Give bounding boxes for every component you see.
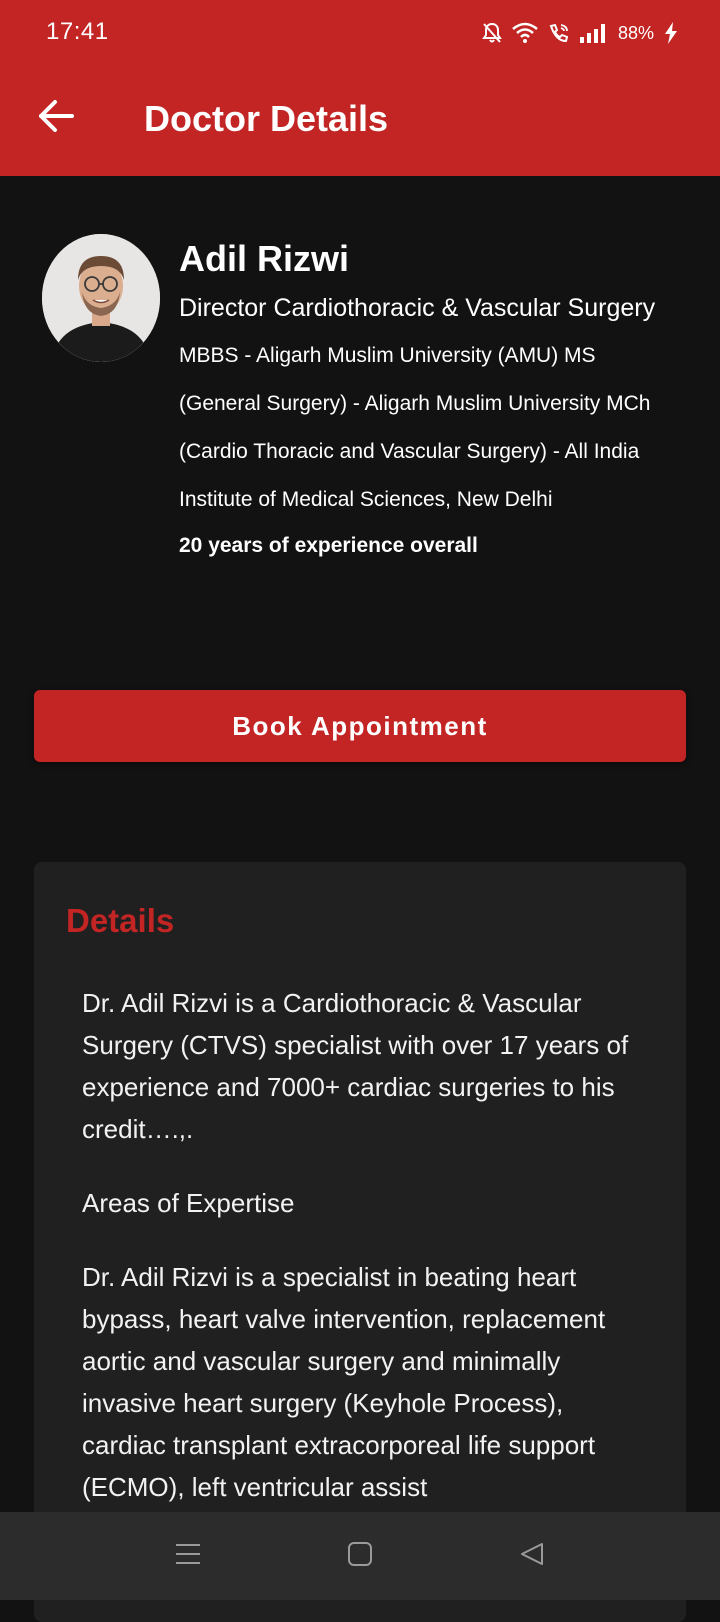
book-appointment-button[interactable]: Book Appointment [34,690,686,762]
doctor-name: Adil Rizwi [179,238,349,279]
menu-icon [175,1542,201,1571]
wifi-icon [512,22,538,44]
details-heading: Details [66,902,175,939]
doctor-title: Director Cardiothoracic & Vascular Surge… [179,294,656,322]
bell-off-icon [482,22,502,44]
status-icons: 88% [482,18,678,48]
home-button[interactable] [338,1534,382,1578]
back-nav-button[interactable] [510,1534,554,1578]
avatar [42,234,160,362]
details-paragraph-intro: Dr. Adil Rizvi is a Cardiothoracic & Vas… [82,988,629,1144]
arrow-left-icon [37,99,75,138]
details-body: Dr. Adil Rizvi is a Cardiothoracic & Vas… [82,982,642,1540]
back-triangle-icon [519,1541,545,1572]
system-nav-bar [0,1512,720,1600]
details-paragraph-expertise: Dr. Adil Rizvi is a specialist in beatin… [82,1262,606,1502]
home-square-icon [347,1541,373,1572]
signal-icon [579,23,608,43]
doctor-qualifications: MBBS - Aligarh Muslim University (AMU) M… [179,344,651,511]
doctor-experience: 20 years of experience overall [179,534,478,557]
doctor-info: Adil Rizwi Director Cardiothoracic & Vas… [179,236,679,570]
back-button[interactable] [28,90,84,146]
details-paragraph-expertise-heading: Areas of Expertise [82,1188,295,1218]
charging-icon [664,22,678,44]
details-card: Details Dr. Adil Rizvi is a Cardiothorac… [34,862,686,1622]
status-time: 17:41 [46,18,109,45]
status-bar: 17:41 88% [0,0,720,64]
app-bar: Doctor Details [0,64,720,176]
wifi-calling-icon [548,22,570,44]
recents-button[interactable] [166,1534,210,1578]
battery-percent: 88% [617,22,654,43]
page-title: Doctor Details [144,98,389,139]
